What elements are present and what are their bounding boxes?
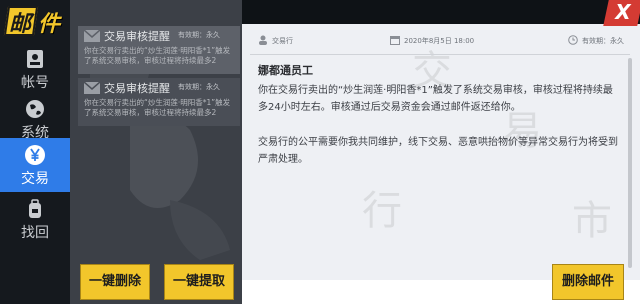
mail-preview: 你在交易行卖出的“炒生润莲·明阳香*1”触发了系统交易审核，审核过程将持续最多2 [84, 98, 231, 117]
calendar-icon [390, 36, 400, 45]
mail-sender: 交易行 [272, 37, 293, 45]
mail-title: 交易审核提醒 [104, 30, 170, 43]
mail-list: 交易审核提醒 有效期：永久 你在交易行卖出的“炒生润莲·明阳香*1”触发了系统交… [70, 0, 242, 304]
logo-char-2: 件 [38, 12, 61, 37]
id-card-icon [27, 50, 43, 68]
yen-icon [25, 145, 45, 165]
mail-body-paragraph: 你在交易行卖出的“炒生润莲·明阳香*1”触发了系统交易审核，审核过程将持续最多2… [258, 85, 613, 113]
svg-text:市: 市 [572, 198, 612, 244]
scrollbar[interactable] [628, 58, 632, 268]
delete-mail-button[interactable]: 删除邮件 [552, 264, 624, 300]
delete-all-button[interactable]: 一键删除 [80, 264, 150, 300]
envelope-icon [84, 30, 100, 42]
svg-text:行: 行 [362, 188, 402, 234]
nav-item-account[interactable]: 帐号 [0, 42, 70, 96]
mail-validity: 有效期：永久 [582, 37, 624, 45]
mail-greeting: 娜都通员工 [258, 64, 313, 77]
sender-icon [259, 35, 267, 45]
close-button[interactable]: X [603, 0, 640, 26]
mail-time: 2020年8月5日 18:00 [404, 37, 475, 45]
nav-item-recover[interactable]: 找回 [0, 192, 70, 246]
logo-char-1: 邮 [9, 12, 32, 37]
side-nav: 邮 件 帐号 系统 交易 找回 [0, 0, 70, 304]
divider [250, 54, 630, 55]
backpack-icon [29, 199, 41, 218]
nav-item-label: 找回 [21, 225, 49, 241]
mail-item[interactable]: 交易审核提醒 有效期：永久 你在交易行卖出的“炒生润莲·明阳香*1”触发了系统交… [78, 78, 240, 126]
mail-validity: 有效期：永久 [178, 83, 220, 91]
mail-item[interactable]: 交易审核提醒 有效期：永久 你在交易行卖出的“炒生润莲·明阳香*1”触发了系统交… [78, 26, 240, 74]
claim-all-button[interactable]: 一键提取 [164, 264, 234, 300]
close-icon: X [615, 0, 631, 24]
nav-item-trade[interactable]: 交易 [0, 138, 70, 192]
mail-preview: 你在交易行卖出的“炒生润莲·明阳香*1”触发了系统交易审核，审核过程将持续最多2 [84, 46, 231, 65]
mail-title: 交易审核提醒 [104, 82, 170, 95]
envelope-icon [84, 82, 100, 94]
mail-body-paragraph: 交易行的公平需要你我共同维护，线下交易、恶意哄抬物价等异常交易行为将受到严肃处理… [258, 137, 618, 165]
nav-item-label: 帐号 [21, 75, 49, 91]
mail-detail: 交 易 行 市 交易行 2020年8月5日 18:00 有效期：永久 娜都通员工… [242, 24, 640, 304]
clock-icon [568, 35, 578, 45]
globe-icon [26, 100, 44, 118]
nav-item-label: 交易 [21, 171, 49, 187]
mail-validity: 有效期：永久 [178, 31, 220, 39]
